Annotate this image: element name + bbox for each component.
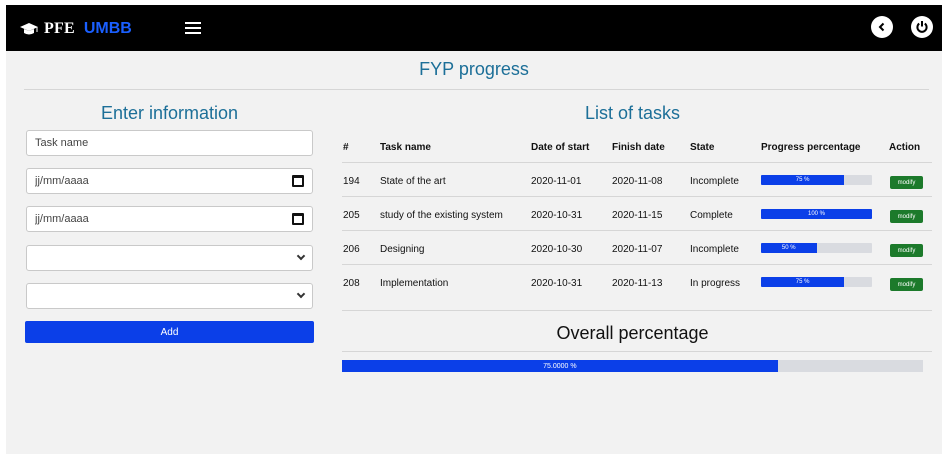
cell-finish-date: 2020-11-15: [612, 210, 663, 221]
cell-state: In progress: [690, 278, 741, 289]
state-select[interactable]: [26, 245, 313, 271]
cell-task-name: Designing: [380, 244, 425, 255]
cell-id: 208: [343, 278, 360, 289]
cell-task-name: State of the art: [380, 176, 446, 187]
brand-name: UMBB: [83, 20, 132, 37]
column-header-number: #: [343, 142, 349, 153]
table-header-divider: [342, 162, 932, 163]
cell-id: 206: [343, 244, 360, 255]
column-header-task-name: Task name: [380, 142, 431, 153]
main-content: FYP progress Enter information Add List …: [6, 51, 942, 454]
cell-state: Incomplete: [690, 244, 739, 255]
cell-finish-date: 2020-11-08: [612, 176, 663, 187]
row-divider: [342, 264, 932, 265]
cell-task-name: study of the existing system: [380, 210, 503, 221]
task-progress-bar: 75 %: [761, 175, 872, 185]
power-icon: [916, 21, 928, 33]
graduation-cap-icon: [20, 23, 38, 35]
row-divider: [342, 230, 932, 231]
column-header-progress: Progress percentage: [761, 142, 861, 153]
logout-button[interactable]: [911, 16, 933, 38]
cell-id: 194: [343, 176, 360, 187]
finish-date-field[interactable]: [26, 206, 313, 232]
modify-button[interactable]: modify: [890, 278, 923, 291]
task-progress-fill: 100 %: [761, 209, 872, 219]
add-button[interactable]: Add: [25, 321, 314, 343]
task-progress-fill: 50 %: [761, 243, 817, 253]
cell-state: Complete: [690, 210, 733, 221]
task-progress-bar: 100 %: [761, 209, 872, 219]
brand-prefix: PFE: [44, 20, 75, 37]
cell-start-date: 2020-10-31: [531, 210, 583, 221]
calendar-icon[interactable]: [292, 213, 304, 225]
column-header-state: State: [690, 142, 715, 153]
task-progress-bar: 75 %: [761, 277, 872, 287]
finish-date-input[interactable]: [35, 213, 275, 225]
overall-title: Overall percentage: [556, 323, 709, 343]
chevron-down-icon: [296, 251, 306, 261]
hamburger-icon[interactable]: [185, 22, 201, 36]
column-header-action: Action: [889, 142, 921, 153]
divider: [24, 89, 929, 90]
cell-finish-date: 2020-11-07: [612, 244, 663, 255]
start-date-field[interactable]: [26, 168, 313, 194]
calendar-icon[interactable]: [292, 175, 304, 187]
cell-start-date: 2020-10-31: [531, 278, 583, 289]
tasks-title: List of tasks: [584, 103, 681, 123]
task-progress-bar: 50 %: [761, 243, 872, 253]
top-navbar: PFE UMBB: [6, 5, 942, 51]
page-title: FYP progress: [419, 59, 529, 79]
task-progress-fill: 75 %: [761, 277, 845, 287]
task-progress-fill: 75 %: [761, 175, 845, 185]
overall-progress-fill: 75.0000 %: [342, 360, 778, 372]
chevron-down-icon: [296, 289, 306, 299]
cell-start-date: 2020-10-30: [531, 244, 583, 255]
overall-progress-bar: 75.0000 %: [342, 360, 923, 372]
task-name-field[interactable]: [26, 130, 313, 156]
cell-finish-date: 2020-11-13: [612, 278, 663, 289]
start-date-input[interactable]: [35, 175, 275, 187]
modify-button[interactable]: modify: [890, 176, 923, 189]
column-header-date-of-start: Date of start: [531, 142, 590, 153]
cell-task-name: Implementation: [380, 278, 449, 289]
modify-button[interactable]: modify: [890, 210, 923, 223]
back-button[interactable]: [871, 16, 893, 38]
cell-state: Incomplete: [690, 176, 739, 187]
brand[interactable]: PFE UMBB: [19, 20, 132, 38]
modify-button[interactable]: modify: [890, 244, 923, 257]
column-header-finish-date: Finish date: [612, 142, 665, 153]
cell-id: 205: [343, 210, 360, 221]
form-title: Enter information: [100, 103, 239, 123]
divider: [342, 351, 932, 352]
row-divider: [342, 196, 932, 197]
back-arrow-icon: [878, 22, 885, 32]
task-name-input[interactable]: [35, 137, 275, 149]
cell-start-date: 2020-11-01: [531, 176, 582, 187]
progress-select[interactable]: [26, 283, 313, 309]
row-divider: [342, 310, 932, 311]
